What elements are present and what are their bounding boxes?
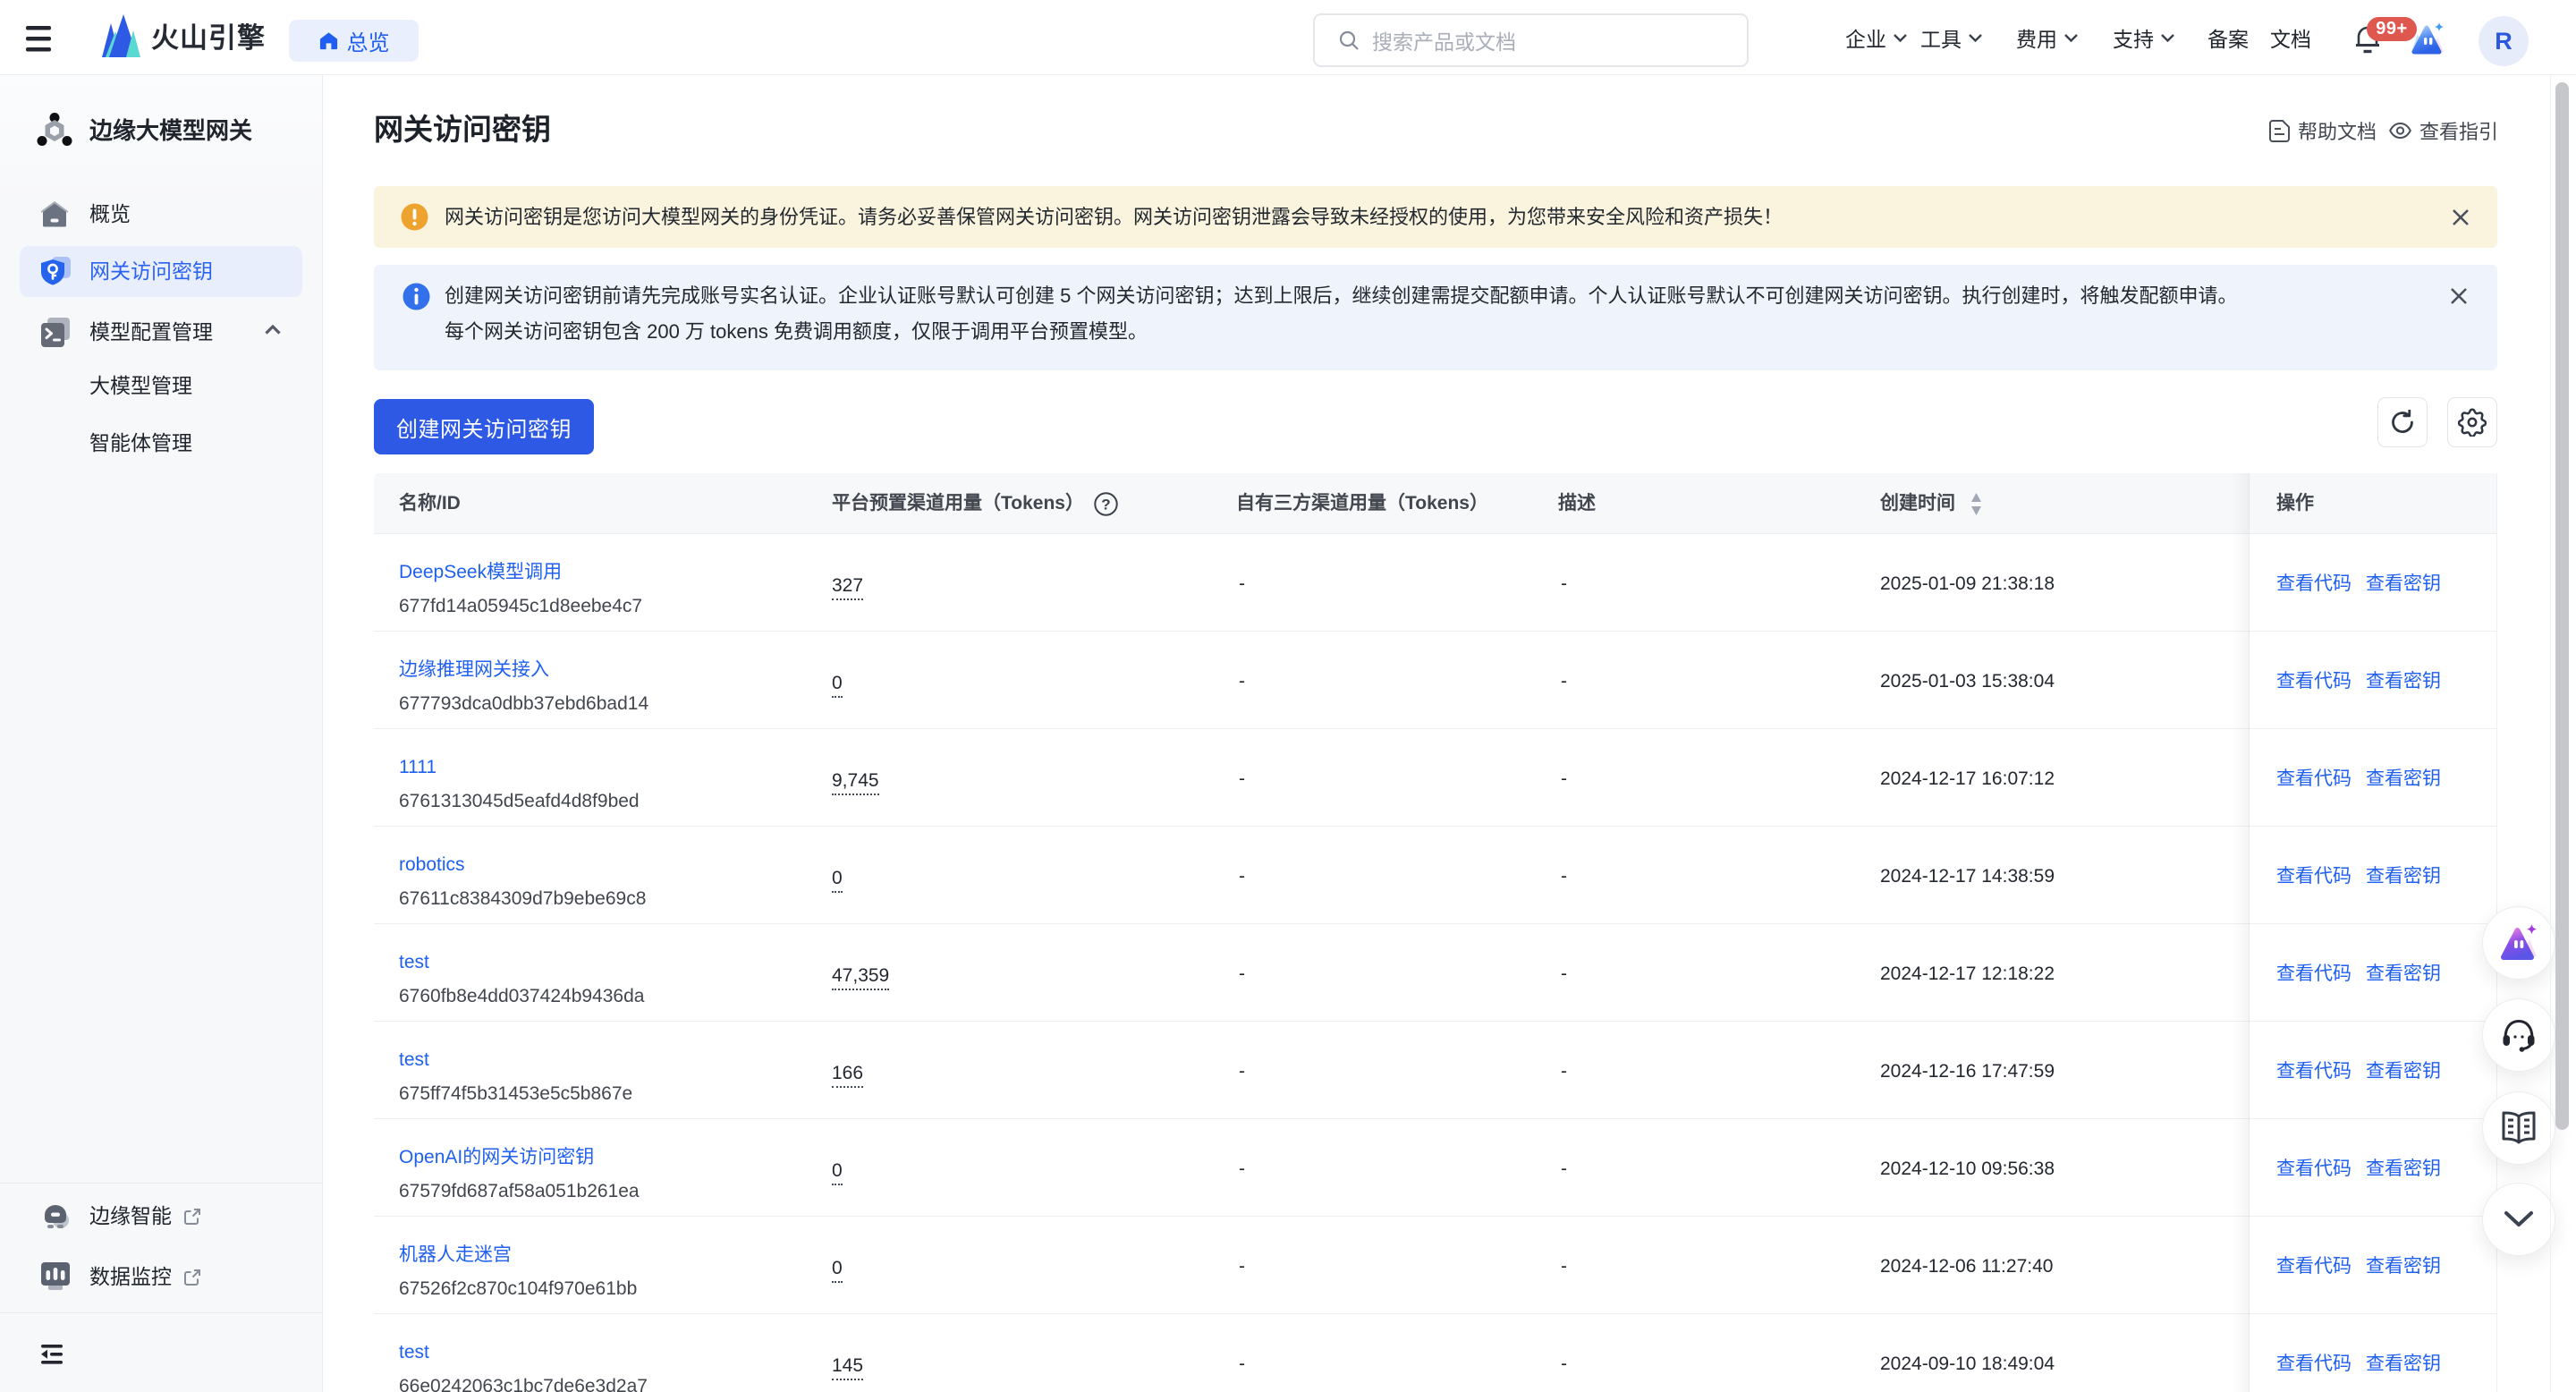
- svg-text:?: ?: [1101, 497, 1110, 514]
